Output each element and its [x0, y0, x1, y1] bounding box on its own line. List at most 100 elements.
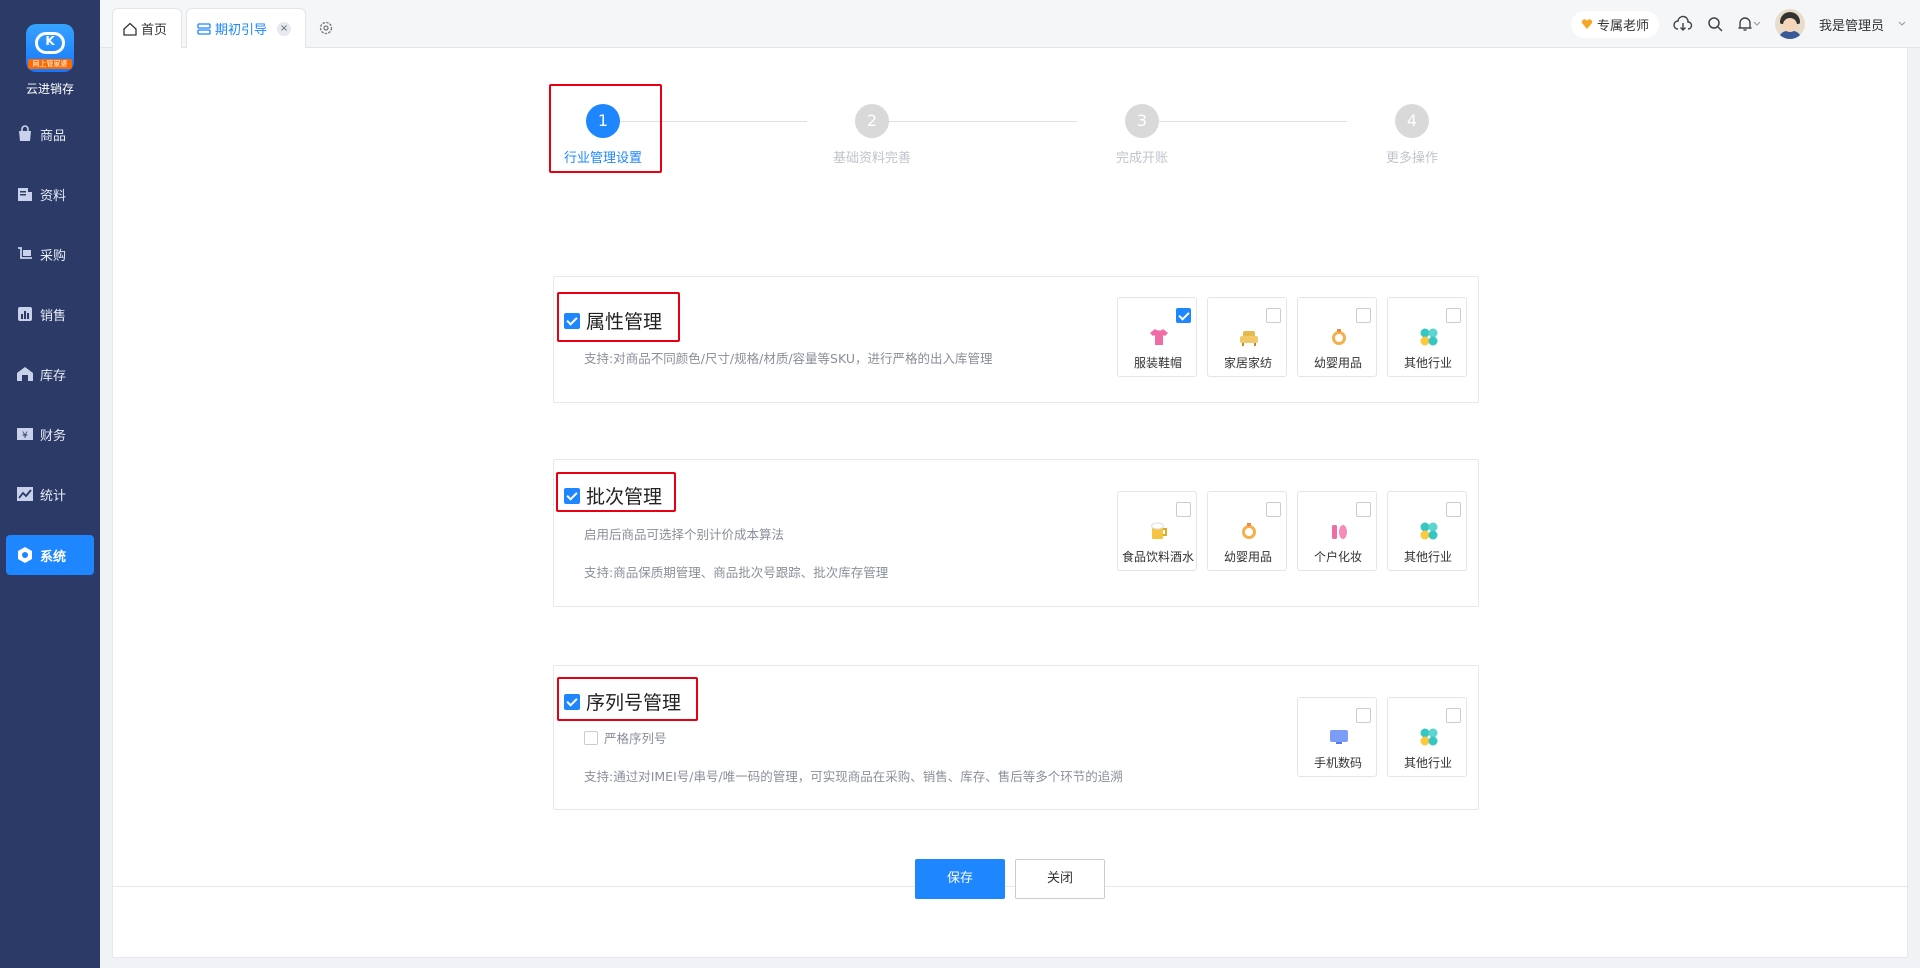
- section-description: 支持:对商品不同颜色/尺寸/规格/材质/容量等SKU，进行严格的出入库管理: [584, 351, 993, 366]
- attribute-management-section: 属性管理 支持:对商品不同颜色/尺寸/规格/材质/容量等SKU，进行严格的出入库…: [553, 276, 1479, 403]
- bell-icon: [1738, 17, 1752, 31]
- industry-option-baby[interactable]: 幼婴用品: [1207, 491, 1287, 571]
- sidebar-item-label: 资料: [40, 188, 67, 204]
- cosmetics-icon: [1332, 525, 1347, 539]
- industry-label: 其他行业: [1403, 550, 1452, 564]
- bag-icon: [16, 125, 34, 143]
- industry-option-baby[interactable]: 幼婴用品: [1297, 297, 1377, 377]
- clothing-icon: [1150, 329, 1168, 345]
- tab-home[interactable]: 首页: [112, 8, 182, 48]
- chevron-down-icon[interactable]: [1898, 20, 1906, 28]
- sidebar-item-inventory[interactable]: 库存: [6, 354, 94, 394]
- step-3-label[interactable]: 完成开账: [1082, 147, 1202, 166]
- highlight-box: [549, 84, 662, 173]
- sidebar-item-finance[interactable]: ¥ 财务: [6, 414, 94, 454]
- top-bar: 首页 期初引导 × 专属老师 我是管理员: [100, 0, 1920, 48]
- strict-serial-checkbox[interactable]: [584, 730, 598, 745]
- tab-label: 期初引导: [215, 23, 268, 38]
- close-icon[interactable]: ×: [277, 21, 292, 36]
- monitor-icon: [1330, 730, 1348, 744]
- svg-text:¥: ¥: [22, 431, 28, 441]
- industry-option-cosmetics[interactable]: 个户化妆: [1297, 491, 1377, 571]
- sidebar-item-label: 系统: [40, 549, 67, 565]
- sidebar-item-goods[interactable]: 商品: [6, 114, 94, 154]
- industry-label: 食品饮料酒水: [1121, 550, 1194, 564]
- section-description: 启用后商品可选择个别计价成本算法: [584, 527, 785, 542]
- step-connector: [1128, 121, 1347, 122]
- cart-icon: [16, 245, 34, 263]
- industry-option-other[interactable]: 其他行业: [1387, 697, 1467, 777]
- industry-option-home-textile[interactable]: 家居家纺: [1207, 297, 1287, 377]
- step-2-indicator[interactable]: 2: [855, 104, 889, 138]
- section-description: 支持:商品保质期管理、商品批次号跟踪、批次库存管理: [584, 565, 889, 580]
- baby-icon: [1242, 523, 1256, 539]
- beer-icon: [1151, 522, 1167, 539]
- guide-icon: [197, 22, 211, 35]
- warehouse-icon: [16, 365, 34, 383]
- other-icon: [1420, 328, 1438, 346]
- other-icon: [1420, 728, 1438, 746]
- industry-checkbox[interactable]: [1176, 308, 1191, 323]
- industry-label: 幼婴用品: [1223, 550, 1272, 564]
- notification-button[interactable]: [1737, 16, 1761, 32]
- highlight-box: [556, 472, 676, 512]
- industry-option-other[interactable]: 其他行业: [1387, 491, 1467, 571]
- sidebar-item-system[interactable]: 系统: [6, 535, 94, 575]
- avatar[interactable]: [1774, 9, 1805, 39]
- footer-bar: [113, 886, 1909, 958]
- user-name[interactable]: 我是管理员: [1819, 15, 1884, 34]
- sidebar-item-sales[interactable]: 销售: [6, 294, 94, 334]
- industry-checkbox[interactable]: [1446, 708, 1461, 723]
- sofa-icon: [1240, 331, 1258, 346]
- step-4-label[interactable]: 更多操作: [1352, 147, 1472, 166]
- sidebar-item-label: 财务: [40, 428, 67, 444]
- sidebar-item-statistics[interactable]: 统计: [6, 474, 94, 514]
- serial-number-management-section: 序列号管理 严格序列号 支持:通过对IMEI号/串号/唯一码的管理，可实现商品在…: [553, 665, 1479, 810]
- exclusive-teacher-button[interactable]: 专属老师: [1570, 10, 1659, 38]
- cloud-download-icon[interactable]: [1673, 15, 1693, 33]
- system-icon: [16, 546, 34, 564]
- strict-serial-option[interactable]: 严格序列号: [584, 728, 667, 747]
- industry-option-food-beverage[interactable]: 食品饮料酒水: [1117, 491, 1197, 571]
- sidebar-item-label: 库存: [40, 368, 67, 384]
- industry-checkbox[interactable]: [1356, 502, 1371, 517]
- industry-checkbox[interactable]: [1446, 502, 1461, 517]
- sidebar-item-label: 商品: [40, 128, 67, 144]
- close-button[interactable]: 关闭: [1015, 859, 1105, 899]
- bar-chart-icon: [16, 305, 34, 323]
- statistics-icon: [16, 485, 34, 503]
- heart-icon: [1581, 19, 1593, 29]
- section-description: 支持:通过对IMEI号/串号/唯一码的管理，可实现商品在采购、销售、库存、售后等…: [584, 769, 1123, 784]
- industry-checkbox[interactable]: [1356, 308, 1371, 323]
- industry-checkbox[interactable]: [1176, 502, 1191, 517]
- gear-icon[interactable]: [318, 20, 334, 40]
- batch-management-section: 批次管理 启用后商品可选择个别计价成本算法 支持:商品保质期管理、商品批次号跟踪…: [553, 459, 1479, 607]
- industry-checkbox[interactable]: [1446, 308, 1461, 323]
- chevron-down-icon: [1753, 21, 1761, 26]
- sidebar-item-data[interactable]: 资料: [6, 174, 94, 214]
- sidebar-item-label: 采购: [40, 248, 67, 264]
- industry-option-clothing[interactable]: 服装鞋帽: [1117, 297, 1197, 377]
- tab-initial-guide[interactable]: 期初引导 ×: [186, 8, 306, 48]
- other-icon: [1420, 522, 1438, 540]
- save-button[interactable]: 保存: [915, 859, 1005, 899]
- industry-option-mobile-digital[interactable]: 手机数码: [1297, 697, 1377, 777]
- tab-label: 首页: [141, 23, 168, 38]
- industry-checkbox[interactable]: [1266, 308, 1281, 323]
- sidebar-item-purchase[interactable]: 采购: [6, 234, 94, 274]
- industry-checkbox[interactable]: [1266, 502, 1281, 517]
- step-3-indicator[interactable]: 3: [1125, 104, 1159, 138]
- industry-label: 其他行业: [1403, 756, 1452, 770]
- highlight-box: [557, 677, 698, 721]
- industry-label: 幼婴用品: [1313, 356, 1362, 370]
- strict-serial-label: 严格序列号: [604, 731, 667, 746]
- industry-checkbox[interactable]: [1356, 708, 1371, 723]
- industry-option-other[interactable]: 其他行业: [1387, 297, 1467, 377]
- document-icon: [16, 185, 34, 203]
- app-logo[interactable]: K 网上管家婆: [26, 24, 74, 72]
- search-icon[interactable]: [1707, 16, 1723, 32]
- finance-icon: ¥: [16, 425, 34, 443]
- step-4-indicator[interactable]: 4: [1395, 104, 1429, 138]
- step-2-label[interactable]: 基础资料完善: [812, 147, 932, 166]
- baby-icon: [1332, 329, 1346, 345]
